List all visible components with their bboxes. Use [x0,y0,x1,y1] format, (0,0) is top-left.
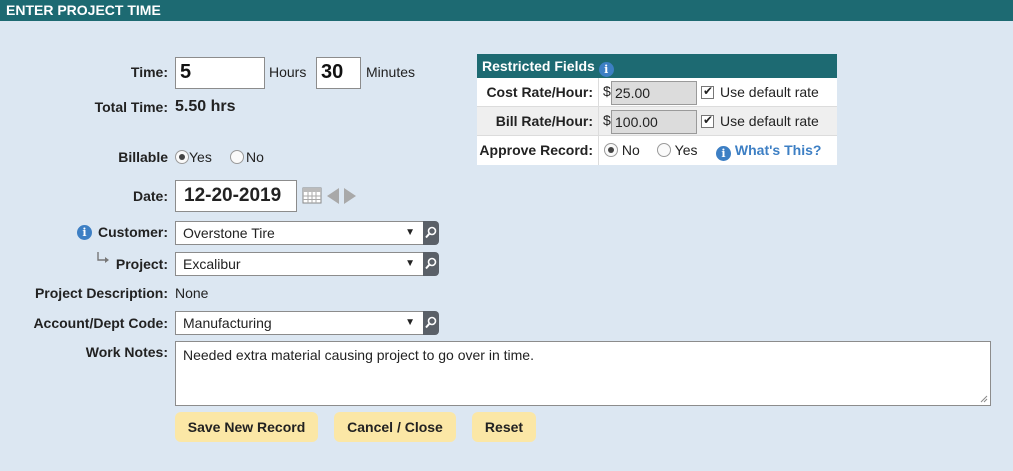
total-time-label: Total Time: [94,99,168,115]
bill-rate-input[interactable]: 100.00 [611,110,697,134]
bill-rate-currency: $ [603,112,611,128]
billable-yes-option[interactable]: Yes [175,149,212,165]
customer-info-icon[interactable]: i [77,225,92,240]
cost-rate-default-checkbox[interactable] [701,84,714,99]
whats-this-label: What's This? [734,142,822,158]
window-title: ENTER PROJECT TIME [0,0,1013,21]
bill-rate-default-label: Use default rate [720,113,819,129]
approve-yes-option[interactable]: Yes [657,142,697,158]
hours-unit: Hours [269,64,307,80]
approve-no-radio[interactable] [604,143,618,157]
account-label: Account/Dept Code: [33,315,168,331]
save-new-record-button[interactable]: Save New Record [175,412,318,442]
project-value: Excalibur [183,256,241,272]
date-label: Date: [132,188,168,204]
customer-select[interactable]: Overstone Tire ▼ [175,221,424,245]
dropdown-caret-icon: ▼ [405,317,415,328]
billable-yes-radio[interactable] [175,150,189,164]
cost-rate-currency: $ [603,83,611,99]
dropdown-caret-icon: ▼ [405,227,415,238]
date-input[interactable]: 12-20-2019 [175,180,297,212]
account-select[interactable]: Manufacturing ▼ [175,311,424,335]
billable-no-option[interactable]: No [230,149,264,165]
dropdown-caret-icon: ▼ [405,258,415,269]
restricted-info-icon[interactable]: i [598,62,614,77]
bill-rate-row: Bill Rate/Hour: $ 100.00 Use default rat… [477,107,837,136]
project-lookup-button[interactable] [423,252,439,276]
minutes-unit: Minutes [366,64,416,80]
cost-rate-row: Cost Rate/Hour: $ 25.00 Use default rate [477,78,837,107]
approve-record-row: Approve Record: No Yes i What's This? [477,136,837,165]
approve-record-label: Approve Record: [479,142,593,158]
whats-this-info-icon: i [716,146,731,161]
cost-rate-input[interactable]: 25.00 [611,81,697,105]
bill-rate-label: Bill Rate/Hour: [495,113,593,129]
cancel-close-button[interactable]: Cancel / Close [334,412,456,442]
approve-yes-radio[interactable] [657,143,671,157]
total-time-value: 5.50 hrs [175,98,236,115]
billable-yes-label: Yes [189,149,212,165]
magnifier-icon [425,257,437,270]
account-value: Manufacturing [183,315,272,331]
work-notes-textarea[interactable]: Needed extra material causing project to… [175,341,991,406]
billable-label: Billable [118,149,168,165]
project-description-label: Project Description: [34,285,168,301]
whats-this-link[interactable]: i What's This? [716,142,821,161]
magnifier-icon [425,226,437,239]
approve-yes-label: Yes [674,142,698,158]
approve-no-option[interactable]: No [604,142,640,158]
project-description-value: None [175,285,209,301]
cost-rate-default-label: Use default rate [720,84,819,100]
magnifier-icon [425,316,437,329]
approve-no-label: No [621,142,640,158]
customer-lookup-button[interactable] [423,221,439,245]
cost-rate-label: Cost Rate/Hour: [486,84,593,100]
hours-input[interactable]: 5 [175,57,265,89]
reset-button[interactable]: Reset [472,412,536,442]
customer-value: Overstone Tire [183,225,275,241]
resize-handle-icon [980,395,988,403]
billable-no-radio[interactable] [230,150,244,164]
minutes-input[interactable]: 30 [316,57,361,89]
calendar-icon[interactable] [302,186,322,207]
restricted-fields-header: Restricted Fields i [477,54,837,78]
time-label: Time: [130,64,168,80]
restricted-fields-title: Restricted Fields [482,58,595,74]
bill-rate-default-checkbox[interactable] [701,113,714,128]
project-label: Project: [115,256,168,272]
restricted-fields-panel: Restricted Fields i Cost Rate/Hour: $ 25… [477,54,837,165]
account-lookup-button[interactable] [423,311,439,335]
arrow-right-icon[interactable] [343,187,357,208]
arrow-left-icon[interactable] [326,187,340,208]
customer-label: Customer: [97,224,168,240]
subitem-arrow-icon [95,250,111,269]
project-select[interactable]: Excalibur ▼ [175,252,424,276]
work-notes-label: Work Notes: [85,344,168,360]
billable-no-label: No [246,149,264,165]
work-notes-value: Needed extra material causing project to… [183,347,534,363]
